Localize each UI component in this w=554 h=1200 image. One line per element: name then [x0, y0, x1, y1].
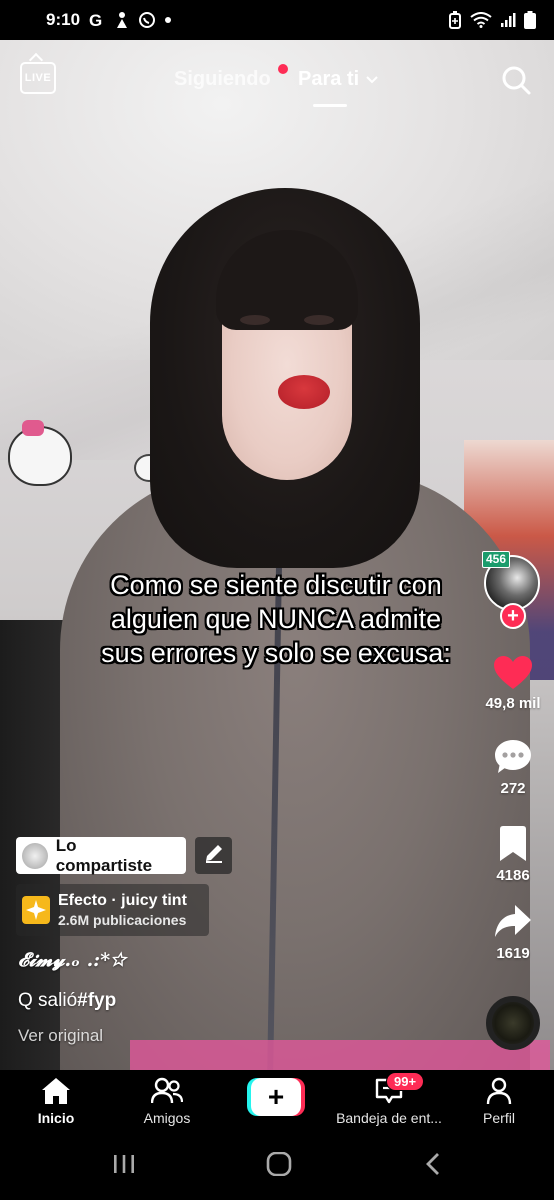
comment-icon: [472, 738, 554, 776]
comment-count: 272: [500, 780, 526, 797]
creator-avatar-wrap[interactable]: 456 +: [482, 551, 544, 629]
share-count: 1619: [496, 945, 530, 962]
live-label: LIVE: [24, 72, 52, 84]
wifi-icon: [470, 12, 492, 28]
google-icon: G: [88, 11, 106, 29]
back-icon: [424, 1153, 442, 1180]
avatar-badge: 456: [482, 551, 511, 568]
system-nav-bar: [0, 1132, 554, 1200]
video-pink-item: [130, 1040, 550, 1070]
tab-for-you[interactable]: Para ti: [298, 68, 379, 91]
activity-icon: [114, 11, 130, 29]
tab-following[interactable]: Siguiendo: [174, 68, 271, 91]
save-button[interactable]: 4186: [472, 825, 554, 884]
like-count: 49,8 mil: [485, 695, 541, 712]
overlay-line: sus errores y solo se excusa:: [101, 638, 451, 668]
dot-icon: [164, 16, 172, 24]
hello-kitty-sticker: [8, 420, 72, 486]
shared-label: Lo compartiste: [55, 835, 153, 875]
sound-disc[interactable]: [486, 996, 540, 1050]
sparkle-icon: [22, 896, 50, 924]
inbox-badge: 99+: [386, 1072, 425, 1091]
clock: 9:10: [46, 10, 81, 29]
signal-icon: [500, 12, 516, 28]
caption-text: Q salió: [18, 990, 78, 1011]
bottom-nav: Inicio Amigos + Bandeja de ent... 99+ Pe…: [0, 1070, 554, 1132]
effect-title: Efecto · juicy tint: [58, 892, 187, 909]
person-lips: [278, 375, 330, 409]
overlay-line: alguien que NUNCA admite: [110, 604, 442, 634]
comment-button[interactable]: 272: [472, 738, 554, 797]
tab-underline: [313, 104, 347, 107]
live-button[interactable]: LIVE: [20, 62, 56, 94]
back-button[interactable]: [424, 1152, 442, 1181]
home-icon: [30, 1076, 82, 1106]
see-original-link[interactable]: Ver original: [18, 1026, 103, 1046]
username[interactable]: 𝓔𝓲𝓶𝔂.ₒ .:*☆: [18, 949, 126, 971]
heart-icon: [472, 655, 554, 691]
edit-button[interactable]: [195, 837, 232, 874]
bookmark-icon: [472, 825, 554, 863]
search-icon: [500, 66, 532, 100]
profile-icon: [474, 1076, 524, 1106]
svg-text:G: G: [89, 11, 102, 29]
create-button[interactable]: +: [247, 1078, 305, 1116]
new-content-dot: [278, 64, 288, 74]
battery-icon: [524, 11, 536, 29]
friends-icon: [136, 1076, 198, 1106]
battery-saver-icon: [448, 11, 462, 29]
status-bar: 9:10 G: [0, 0, 554, 40]
chevron-down-icon: [365, 68, 379, 91]
tab-for-you-label: Para ti: [298, 68, 360, 90]
shared-avatar: [22, 842, 48, 869]
whatsapp-icon: [138, 11, 156, 29]
nav-home-label: Inicio: [37, 1110, 75, 1126]
hashtag-link[interactable]: #fyp: [77, 990, 116, 1011]
recents-button[interactable]: [112, 1152, 136, 1181]
caption: Q salió#fyp: [18, 990, 116, 1012]
search-button[interactable]: [500, 64, 532, 96]
recents-icon: [112, 1155, 136, 1180]
save-count: 4186: [496, 867, 530, 884]
nav-inbox-label: Bandeja de ent...: [336, 1110, 442, 1126]
overlay-line: Como se siente discutir con: [110, 570, 442, 600]
nav-home[interactable]: Inicio: [30, 1076, 82, 1126]
effect-text: Efecto · juicy tint 2.6M publicaciones: [58, 892, 187, 928]
nav-friends[interactable]: Amigos: [136, 1076, 198, 1126]
share-button[interactable]: 1619: [472, 903, 554, 962]
person-eye-left: [240, 315, 270, 325]
share-icon: [472, 903, 554, 941]
top-nav: LIVE Siguiendo Para ti: [0, 40, 554, 120]
nav-friends-label: Amigos: [143, 1110, 191, 1126]
nav-profile-label: Perfil: [483, 1110, 515, 1126]
follow-button[interactable]: +: [500, 603, 526, 629]
effect-subtitle: 2.6M publicaciones: [58, 912, 187, 928]
plus-icon: +: [251, 1078, 301, 1116]
like-button[interactable]: 49,8 mil: [472, 655, 554, 712]
effect-pill[interactable]: Efecto · juicy tint 2.6M publicaciones: [16, 884, 209, 936]
video-overlay-text: Como se siente discutir con alguien que …: [60, 568, 492, 670]
pencil-icon: [203, 842, 225, 869]
home-circle-icon: [266, 1151, 292, 1180]
person-eye-right: [304, 315, 334, 325]
home-system-button[interactable]: [266, 1151, 292, 1181]
nav-profile[interactable]: Perfil: [474, 1076, 524, 1126]
shared-pill[interactable]: Lo compartiste: [16, 835, 186, 875]
